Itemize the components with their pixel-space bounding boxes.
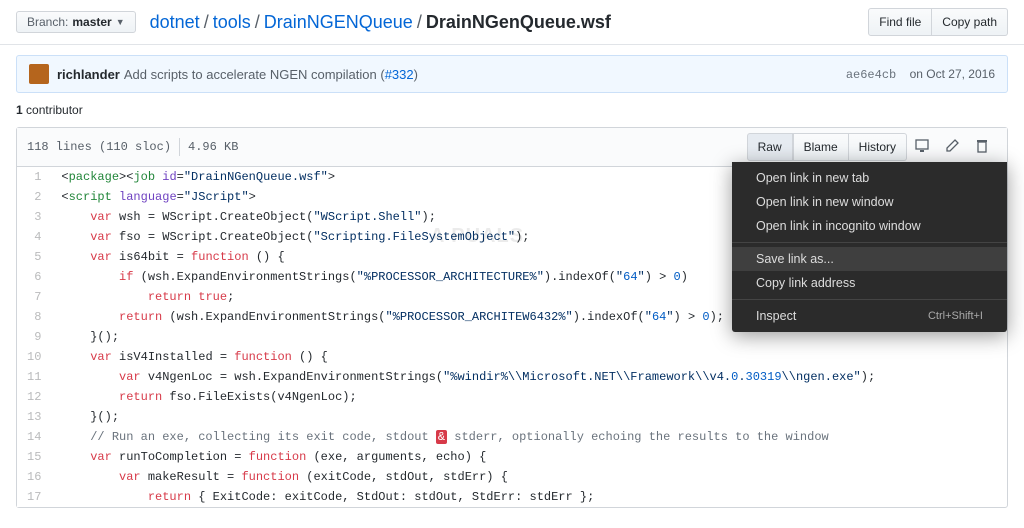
line-number: 9 xyxy=(27,327,41,347)
code-line: var runToCompletion = function (exe, arg… xyxy=(61,447,997,467)
line-number: 2 xyxy=(27,187,41,207)
file-lines: 118 lines (110 sloc) xyxy=(27,140,171,154)
commit-summary: richlander Add scripts to accelerate NGE… xyxy=(16,55,1008,93)
code-line: return fso.FileExists(v4NgenLoc); xyxy=(61,387,997,407)
code-line: var makeResult = function (exitCode, std… xyxy=(61,467,997,487)
breadcrumb-final: DrainNGenQueue.wsf xyxy=(426,12,611,33)
context-menu-item[interactable]: Inspect Ctrl+Shift+I xyxy=(732,304,1007,328)
commit-date: on Oct 27, 2016 xyxy=(910,67,995,81)
code-line: }(); xyxy=(61,407,997,427)
commit-message: Add scripts to accelerate NGEN compilati… xyxy=(124,67,418,82)
breadcrumb-sep: / xyxy=(417,12,422,33)
branch-selector[interactable]: Branch: master ▼ xyxy=(16,11,136,33)
context-menu-label: Copy link address xyxy=(756,276,855,290)
line-number: 15 xyxy=(27,447,41,467)
context-menu-label: Open link in new tab xyxy=(756,171,869,185)
code-line: var v4NgenLoc = wsh.ExpandEnvironmentStr… xyxy=(61,367,997,387)
code-line: return { ExitCode: exitCode, StdOut: std… xyxy=(61,487,997,507)
branch-value: master xyxy=(72,15,111,29)
menu-separator xyxy=(732,299,1007,300)
code-line: // Run an exe, collecting its exit code,… xyxy=(61,427,997,447)
context-menu-item[interactable]: Copy link address xyxy=(732,271,1007,295)
breadcrumb-2[interactable]: DrainNGENQueue xyxy=(264,12,413,33)
raw-button[interactable]: Raw xyxy=(747,133,793,161)
find-file-button[interactable]: Find file xyxy=(868,8,932,36)
context-menu-item[interactable]: Open link in new tab xyxy=(732,166,1007,190)
line-number: 13 xyxy=(27,407,41,427)
line-number: 12 xyxy=(27,387,41,407)
avatar xyxy=(29,64,49,84)
pencil-icon[interactable] xyxy=(937,136,967,159)
breadcrumb-1[interactable]: tools xyxy=(213,12,251,33)
file-size: 4.96 KB xyxy=(188,140,238,154)
context-menu-item[interactable]: Open link in new window xyxy=(732,190,1007,214)
desktop-icon[interactable] xyxy=(907,136,937,159)
trash-icon[interactable] xyxy=(967,136,997,159)
context-menu-label: Open link in new window xyxy=(756,195,894,209)
divider xyxy=(179,138,180,156)
line-number: 4 xyxy=(27,227,41,247)
pr-link[interactable]: #332 xyxy=(385,67,414,82)
line-number: 5 xyxy=(27,247,41,267)
context-menu: Open link in new tab Open link in new win… xyxy=(732,162,1007,332)
chevron-down-icon: ▼ xyxy=(116,17,125,27)
copy-path-button[interactable]: Copy path xyxy=(932,8,1008,36)
breadcrumb-sep: / xyxy=(204,12,209,33)
line-number: 3 xyxy=(27,207,41,227)
line-number: 8 xyxy=(27,307,41,327)
line-number: 6 xyxy=(27,267,41,287)
line-number: 17 xyxy=(27,487,41,507)
line-number: 7 xyxy=(27,287,41,307)
context-menu-label: Open link in incognito window xyxy=(756,219,921,233)
context-menu-item[interactable]: Save link as... xyxy=(732,247,1007,271)
line-number: 16 xyxy=(27,467,41,487)
context-menu-label: Save link as... xyxy=(756,252,834,266)
line-number: 10 xyxy=(27,347,41,367)
breadcrumb: dotnet / tools / DrainNGENQueue / DrainN… xyxy=(150,12,863,33)
line-number: 11 xyxy=(27,367,41,387)
blame-button[interactable]: Blame xyxy=(793,133,849,161)
commit-sha[interactable]: ae6e4cb xyxy=(846,68,896,82)
breadcrumb-0[interactable]: dotnet xyxy=(150,12,200,33)
context-menu-item[interactable]: Open link in incognito window xyxy=(732,214,1007,238)
branch-label: Branch: xyxy=(27,15,68,29)
line-number: 1 xyxy=(27,167,41,187)
line-number: 14 xyxy=(27,427,41,447)
commit-author[interactable]: richlander xyxy=(57,67,120,82)
contributors[interactable]: 1 contributor xyxy=(16,103,1008,117)
context-menu-label: Inspect xyxy=(756,309,796,323)
context-menu-shortcut: Ctrl+Shift+I xyxy=(928,310,983,322)
breadcrumb-sep: / xyxy=(255,12,260,33)
menu-separator xyxy=(732,242,1007,243)
history-button[interactable]: History xyxy=(849,133,907,161)
code-line: var isV4Installed = function () { xyxy=(61,347,997,367)
